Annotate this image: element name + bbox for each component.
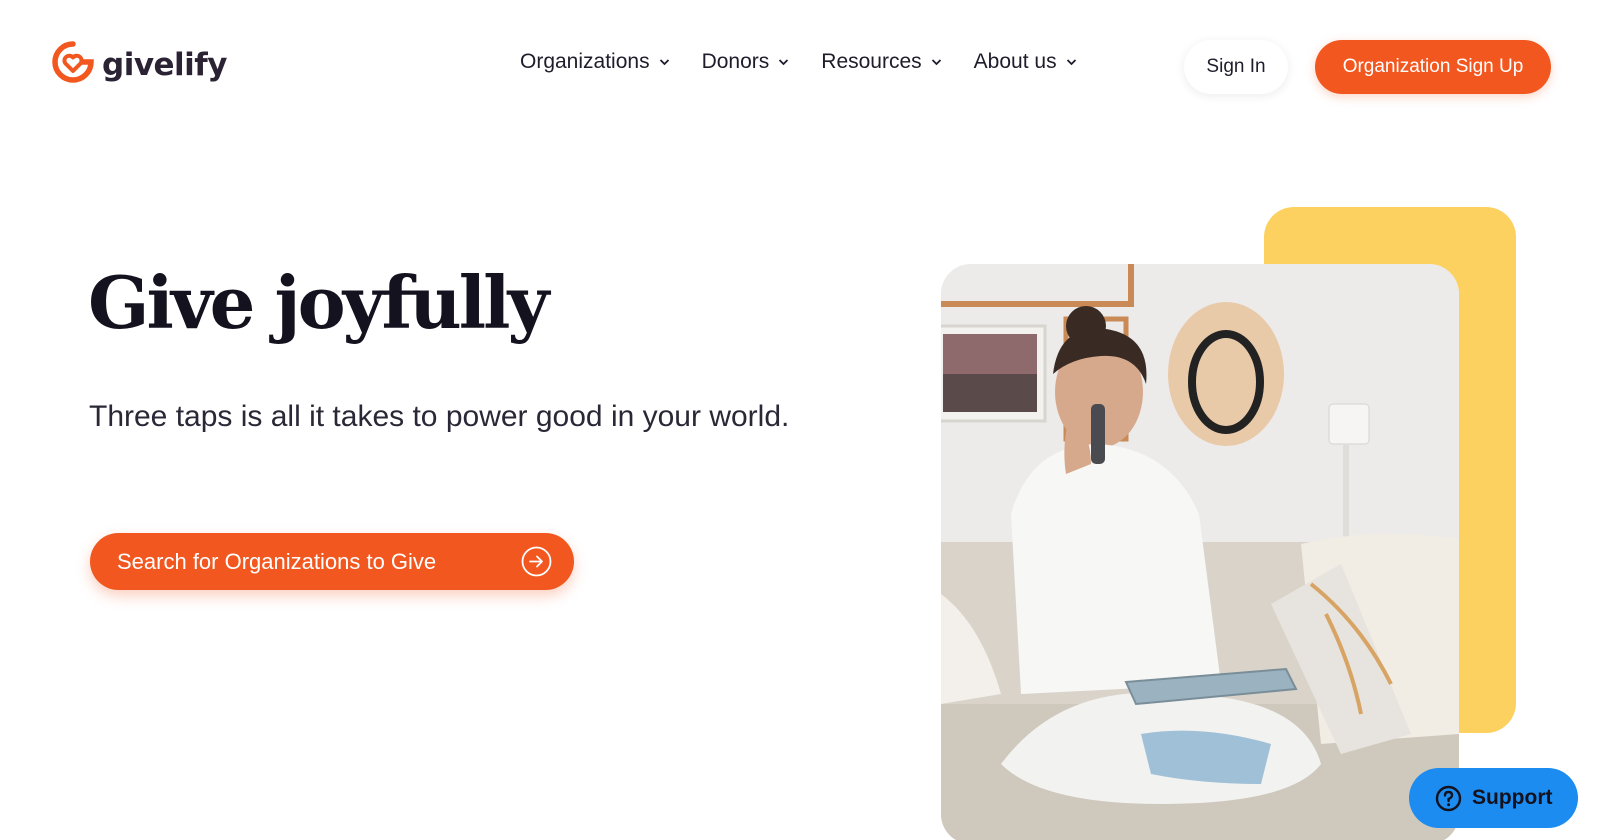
hero-title: Give joyfully	[88, 260, 549, 345]
support-button[interactable]: Support	[1409, 768, 1578, 828]
search-organizations-button[interactable]: Search for Organizations to Give	[90, 533, 574, 590]
sign-in-button[interactable]: Sign In	[1184, 40, 1288, 94]
chevron-down-icon	[1066, 58, 1077, 66]
nav-item-organizations[interactable]: Organizations	[520, 50, 670, 74]
hero-subtitle: Three taps is all it takes to power good…	[89, 400, 790, 433]
logo-wordmark: givelify	[102, 46, 228, 83]
arrow-right-circle-icon	[521, 546, 552, 583]
nav-item-about-us[interactable]: About us	[974, 50, 1077, 74]
chevron-down-icon	[659, 58, 670, 66]
givelify-heart-logo-icon	[52, 41, 94, 88]
chevron-down-icon	[778, 58, 789, 66]
nav-item-label: Organizations	[520, 50, 650, 73]
nav-item-resources[interactable]: Resources	[821, 50, 941, 74]
nav-item-donors[interactable]: Donors	[702, 50, 790, 74]
main-nav: Organizations Donors Resources About us	[520, 50, 1109, 74]
hero-photo	[941, 264, 1459, 840]
nav-item-label: Donors	[701, 50, 770, 73]
support-label: Support	[1472, 786, 1553, 809]
chevron-down-icon	[931, 58, 942, 66]
givelify-logo[interactable]: givelify	[52, 41, 228, 88]
nav-item-label: About us	[973, 50, 1057, 73]
organization-sign-up-button[interactable]: Organization Sign Up	[1315, 40, 1551, 94]
question-circle-icon	[1435, 785, 1462, 812]
search-organizations-label: Search for Organizations to Give	[117, 548, 437, 574]
nav-item-label: Resources	[821, 50, 922, 73]
